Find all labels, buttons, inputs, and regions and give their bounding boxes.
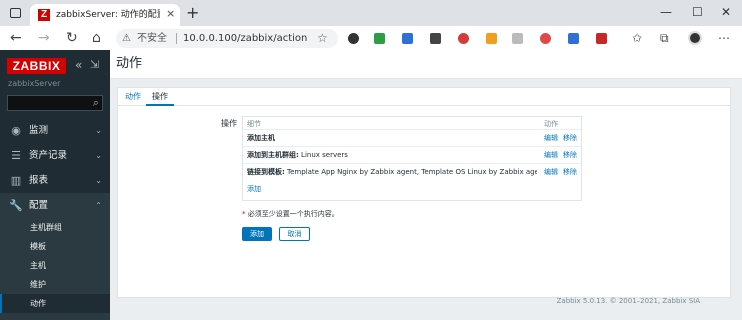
page-title: 动作 [116,56,143,71]
reload-icon[interactable]: ↻ [66,30,78,46]
browser-tabstrip: Z zabbixServer: 动作的配置 × + — ☐ ✕ [0,0,742,26]
main-content: 动作 动作 操作 操作 细节 动作 添加主机 编辑 移除 添加到主机群组: Li… [110,50,742,320]
remove-link[interactable]: 移除 [563,150,577,160]
collapse-sidebar-icon[interactable]: « [75,58,82,72]
submenu-item-host-groups[interactable]: 主机群组 [0,218,110,237]
extension-badge-icon[interactable] [458,33,469,44]
configuration-submenu: 主机群组 模板 主机 维护 动作 [0,218,110,320]
collections-icon[interactable]: ⧉ [660,31,669,45]
extension-icon[interactable] [540,33,551,44]
operation-detail: 添加到主机群组: Linux servers [247,151,348,159]
eye-icon: ◉ [11,124,21,137]
menu-item-inventory[interactable]: ☰ 资产记录 ⌄ [0,143,110,168]
column-header-detail: 细节 [247,120,261,128]
new-tab-button[interactable]: + [186,5,199,21]
window-menu-icon[interactable] [10,8,21,18]
extension-shield-icon[interactable] [374,33,385,44]
chevron-up-icon: ⌃ [95,201,102,210]
zabbix-logo[interactable]: ZABBIX [7,58,66,74]
menu-item-label: 报表 [29,175,49,186]
sidebar: ZABBIX « ⇲ zabbixServer ⌕ ◉ 监测 ⌄ ☰ 资产记录 … [0,50,110,320]
more-icon[interactable]: ⋯ [718,31,730,45]
star-icon[interactable]: ☆ [317,31,328,45]
table-row: 添加主机 编辑 移除 [243,129,581,146]
menu-item-reports[interactable]: ▥ 报表 ⌄ [0,168,110,193]
chevron-down-icon: ⌄ [95,126,102,135]
tab-action[interactable]: 动作 [125,90,141,103]
server-name: zabbixServer [8,79,61,88]
menu-item-label: 监测 [29,125,49,136]
address-bar[interactable]: ⚠ 不安全 10.0.0.100/zabbix/actionconf... ☆ [116,29,338,48]
insecure-label[interactable]: 不安全 [137,32,167,45]
maximize-button[interactable]: ☐ [692,5,703,19]
form-tabs: 动作 操作 [118,88,730,106]
extension-icon[interactable] [486,33,497,44]
omnibox-divider [176,33,177,44]
browser-tab[interactable]: Z zabbixServer: 动作的配置 × [30,4,180,26]
home-icon[interactable]: ⌂ [92,30,101,46]
extension-icon[interactable] [512,33,523,44]
search-icon[interactable]: ⌕ [93,96,99,110]
operation-detail: 链接到模板: Template App Nginx by Zabbix agen… [247,168,537,176]
add-button[interactable]: 添加 [242,227,272,241]
avatar[interactable] [688,31,702,45]
extension-icon[interactable] [430,33,441,44]
submenu-item-maintenance[interactable]: 维护 [0,275,110,294]
column-header-action: 动作 [544,120,558,128]
cancel-button[interactable]: 取消 [279,227,310,241]
submenu-item-actions[interactable]: 动作 [0,294,110,313]
favorites-icon[interactable]: ✩ [632,31,642,45]
forward-icon[interactable]: → [38,30,50,46]
menu-item-monitoring[interactable]: ◉ 监测 ⌄ [0,118,110,143]
back-icon[interactable]: ← [10,30,22,46]
extension-icon[interactable] [596,33,607,44]
chart-icon: ▥ [10,174,22,187]
minimize-button[interactable]: — [660,5,672,19]
menu-item-label: 资产记录 [29,150,68,161]
action-form: 动作 操作 操作 细节 动作 添加主机 编辑 移除 添加到主机群组: Linux… [117,87,731,298]
footer: Zabbix 5.0.13. © 2001–2021, Zabbix SIA [556,297,700,305]
add-operation-link[interactable]: 添加 [247,184,261,194]
extension-icon[interactable] [348,33,359,44]
operation-detail: 添加主机 [247,134,275,142]
submenu-item-templates[interactable]: 模板 [0,237,110,256]
submenu-item-hosts[interactable]: 主机 [0,256,110,275]
tab-close-icon[interactable]: × [166,7,175,21]
search-input[interactable]: ⌕ [7,95,103,111]
edit-link[interactable]: 编辑 [544,150,558,160]
extension-icon[interactable] [568,33,579,44]
browser-toolbar: ← → ↻ ⌂ ⚠ 不安全 10.0.0.100/zabbix/actionco… [0,26,742,50]
close-window-button[interactable]: ✕ [721,5,731,19]
tab-operations[interactable]: 操作 [146,90,174,106]
extension-translate-icon[interactable] [402,33,413,44]
kiosk-mode-icon[interactable]: ⇲ [90,58,99,72]
zabbix-favicon-icon: Z [38,9,50,21]
tab-title: zabbixServer: 动作的配置 [56,10,160,20]
edit-link[interactable]: 编辑 [544,133,558,143]
wrench-icon: 🔧 [9,199,23,212]
menu-item-configuration[interactable]: 🔧 配置 ⌃ [0,193,110,218]
list-icon: ☰ [11,149,21,162]
chevron-down-icon: ⌄ [95,151,102,160]
chevron-down-icon: ⌄ [95,176,102,185]
edit-link[interactable]: 编辑 [544,167,558,177]
table-row: 添加到主机群组: Linux servers 编辑 移除 [243,146,581,163]
menu-item-label: 配置 [29,200,49,211]
remove-link[interactable]: 移除 [563,167,577,177]
url-text[interactable]: 10.0.0.100/zabbix/actionconf... [183,32,308,45]
remove-link[interactable]: 移除 [563,133,577,143]
page-header: 动作 [110,50,742,79]
required-note: * 必须至少设置一个执行内容。 [242,210,339,218]
warning-icon[interactable]: ⚠ [122,32,131,45]
table-row: 链接到模板: Template App Nginx by Zabbix agen… [243,163,581,180]
operations-table: 细节 动作 添加主机 编辑 移除 添加到主机群组: Linux servers … [242,116,582,201]
operations-label: 操作 [221,119,237,128]
